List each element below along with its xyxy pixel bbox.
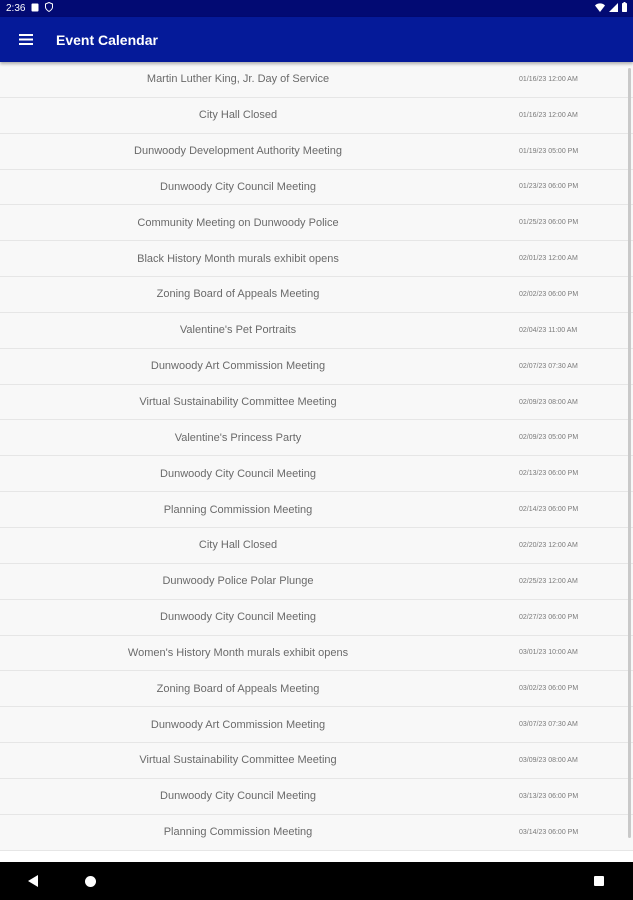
event-name: Dunwoody Police Polar Plunge (162, 575, 314, 588)
event-date: 01/16/23 12:00 AM (519, 75, 578, 83)
event-name: Virtual Sustainability Committee Meeting (139, 396, 337, 409)
event-row[interactable]: Dunwoody Art Commission Meeting 02/07/23 … (0, 348, 633, 385)
event-date: 03/01/23 10:00 AM (519, 649, 578, 657)
event-date: 01/16/23 12:00 AM (519, 111, 578, 119)
event-name: Valentine's Princess Party (174, 431, 302, 444)
event-date: 03/02/23 06:00 PM (519, 685, 579, 693)
event-list[interactable]: Martin Luther King, Jr. Day of Service 01… (0, 62, 633, 862)
event-row[interactable]: Planning Commission Meeting 03/14/23 06:0… (0, 814, 633, 851)
event-date: 02/20/23 12:00 AM (519, 541, 578, 549)
event-date: 02/13/23 06:00 PM (519, 470, 579, 478)
back-icon[interactable] (25, 873, 41, 889)
event-date: 02/04/23 11:00 AM (519, 326, 578, 334)
event-name: Zoning Board of Appeals Meeting (156, 682, 320, 695)
shield-icon (45, 1, 54, 15)
event-row[interactable]: Dunwoody Art Commission Meeting 03/07/23 … (0, 707, 633, 744)
event-row[interactable]: Black History Month murals exhibit opens… (0, 241, 633, 278)
event-name: Planning Commission Meeting (163, 826, 313, 839)
event-name: Zoning Board of Appeals Meeting (156, 288, 320, 301)
event-name: Dunwoody City Council Meeting (160, 611, 316, 624)
event-name: Dunwoody Development Authority Meeting (134, 145, 342, 158)
event-date: 02/01/23 12:00 AM (519, 255, 578, 263)
app-bar: Event Calendar (0, 17, 633, 62)
home-icon[interactable] (82, 873, 98, 889)
event-row[interactable]: Virtual Sustainability Committee Meeting… (0, 384, 633, 421)
navigation-bar (0, 862, 633, 900)
event-row[interactable]: Virtual Sustainability Committee Meeting… (0, 743, 633, 779)
event-date: 02/27/23 06:00 PM (519, 613, 579, 621)
event-row[interactable]: City Hall Closed 02/20/23 12:00 AM (0, 527, 633, 564)
event-date: 02/14/23 06:00 PM (519, 506, 579, 514)
event-name: City Hall Closed (198, 539, 278, 552)
event-row[interactable]: Dunwoody City Council Meeting 03/13/23 06… (0, 778, 633, 815)
notification-icon (31, 3, 39, 15)
event-date: 02/25/23 12:00 AM (519, 577, 578, 585)
event-row[interactable]: Planning Commission Meeting 02/14/23 06:0… (0, 492, 633, 528)
event-date: 02/02/23 06:00 PM (519, 290, 579, 298)
event-row[interactable]: Women's History Month murals exhibit ope… (0, 635, 633, 672)
event-row[interactable]: Community Meeting on Dunwoody Police 01/2… (0, 205, 633, 242)
event-date: 03/07/23 07:30 AM (519, 721, 578, 729)
event-row[interactable]: Dunwoody City Council Meeting 01/23/23 06… (0, 169, 633, 206)
event-name: Women's History Month murals exhibit ope… (127, 646, 349, 659)
event-row[interactable]: Dunwoody City Council Meeting 02/13/23 06… (0, 456, 633, 493)
event-date: 02/07/23 07:30 AM (519, 362, 578, 370)
status-time: 2:36 (6, 3, 26, 14)
recents-icon[interactable] (591, 873, 607, 889)
scrollbar[interactable] (628, 68, 631, 838)
event-name: Virtual Sustainability Committee Meeting (139, 754, 337, 767)
event-date: 03/09/23 08:00 AM (519, 756, 578, 764)
event-name: Black History Month murals exhibit opens (137, 252, 339, 265)
event-row[interactable]: Dunwoody City Council Meeting 02/27/23 06… (0, 599, 633, 636)
event-name: Planning Commission Meeting (163, 503, 313, 516)
event-name: Dunwoody City Council Meeting (160, 790, 316, 803)
event-date: 01/23/23 06:00 PM (519, 183, 579, 191)
event-name: Dunwoody Art Commission Meeting (150, 718, 326, 731)
event-date: 03/14/23 06:00 PM (519, 828, 579, 836)
event-name: Dunwoody City Council Meeting (160, 467, 316, 480)
signal-icon (609, 2, 618, 15)
status-bar: 2:36 (0, 0, 633, 17)
event-date: 01/19/23 05:00 PM (519, 147, 579, 155)
event-row[interactable]: Zoning Board of Appeals Meeting 02/02/23 … (0, 277, 633, 313)
event-name: City Hall Closed (198, 109, 278, 122)
event-row[interactable]: Dunwoody Development Authority Meeting 01… (0, 133, 633, 170)
event-date: 03/13/23 06:00 PM (519, 792, 579, 800)
battery-icon (622, 2, 627, 15)
wifi-icon (595, 2, 605, 15)
event-name: Community Meeting on Dunwoody Police (137, 216, 339, 229)
event-name: Dunwoody City Council Meeting (160, 180, 316, 193)
event-date: 01/25/23 06:00 PM (519, 219, 579, 227)
hamburger-menu-icon[interactable] (0, 17, 52, 62)
event-row[interactable]: Dunwoody Police Polar Plunge 02/25/23 12:… (0, 563, 633, 600)
event-row[interactable]: Martin Luther King, Jr. Day of Service 01… (0, 62, 633, 98)
event-row[interactable]: City Hall Closed 01/16/23 12:00 AM (0, 97, 633, 134)
event-date: 02/09/23 08:00 AM (519, 398, 578, 406)
page-title: Event Calendar (56, 31, 158, 48)
event-name: Dunwoody Art Commission Meeting (150, 360, 326, 373)
event-row[interactable]: Zoning Board of Appeals Meeting 03/02/23 … (0, 671, 633, 708)
event-row[interactable]: Valentine's Princess Party 02/09/23 05:00… (0, 420, 633, 457)
event-date: 02/09/23 05:00 PM (519, 434, 579, 442)
event-name: Valentine's Pet Portraits (179, 324, 297, 337)
event-row[interactable]: Valentine's Pet Portraits 02/04/23 11:00 … (0, 312, 633, 349)
event-name: Martin Luther King, Jr. Day of Service (146, 73, 330, 86)
